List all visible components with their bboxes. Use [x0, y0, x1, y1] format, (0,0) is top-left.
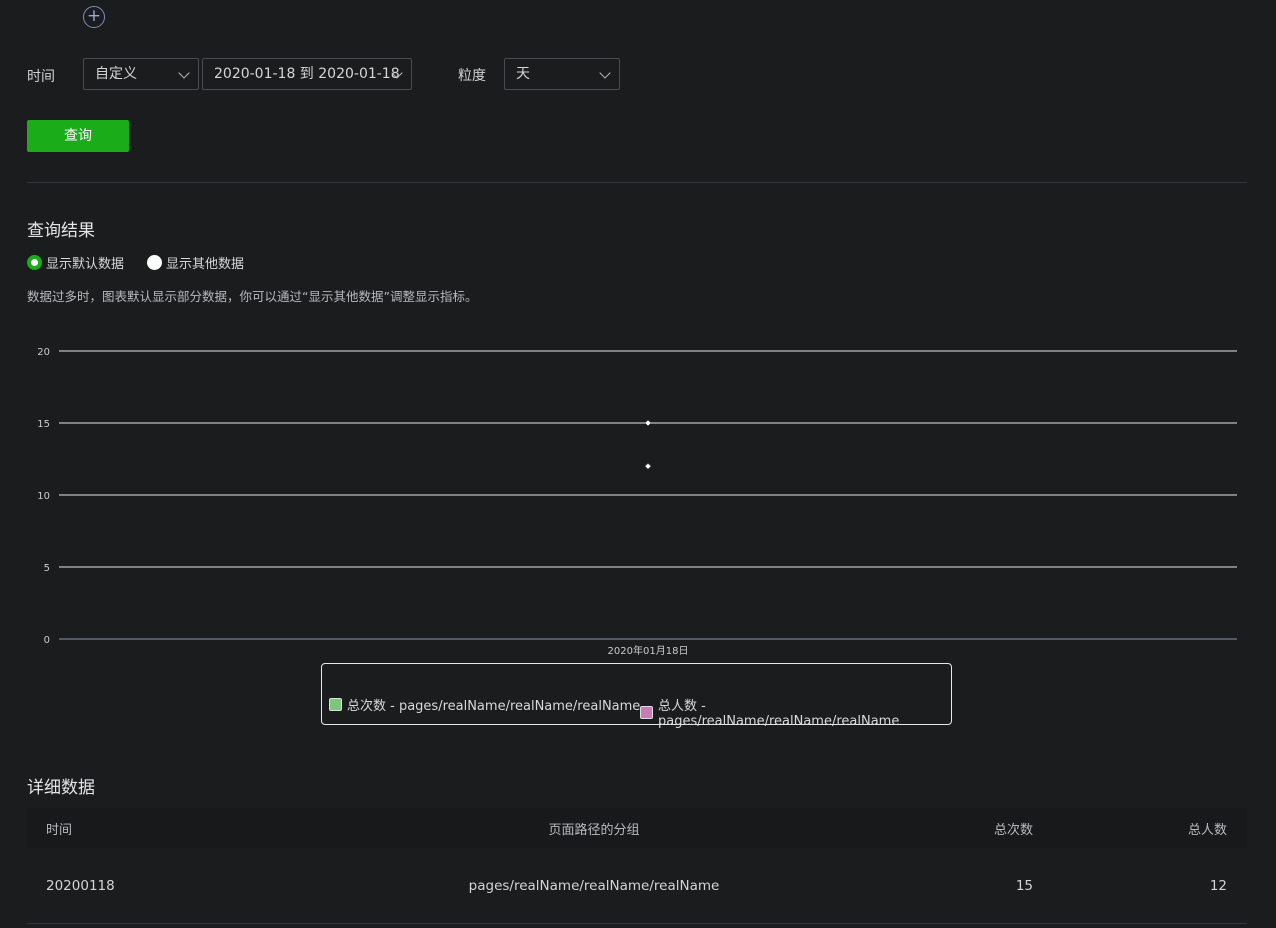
col-header-total-users: 总人数 — [1187, 822, 1227, 838]
time-label: 时间 — [27, 69, 55, 85]
y-tick-label: 0 — [44, 635, 50, 646]
legend-swatch-green — [329, 698, 342, 711]
x-tick-label: 2020年01月18日 — [608, 644, 689, 657]
y-tick-label: 15 — [37, 419, 50, 430]
range-mode-value: 自定义 — [95, 66, 137, 82]
col-header-total-count: 总次数 — [993, 822, 1033, 838]
add-filter-button[interactable]: + — [83, 6, 105, 28]
radio-unchecked-icon — [147, 254, 162, 270]
cell-total-users: 12 — [1209, 877, 1227, 894]
cell-time: 20200118 — [46, 877, 115, 894]
y-tick-label: 20 — [37, 347, 50, 358]
date-range-value: 2020-01-18 到 2020-01-18 — [214, 66, 400, 82]
data-point — [645, 420, 651, 426]
table-row: 20200118 pages/realName/realName/realNam… — [27, 848, 1247, 924]
col-header-path-group: 页面路径的分组 — [548, 822, 640, 838]
hint-text: 数据过多时，图表默认显示部分数据，你可以通过“显示其他数据”调整显示指标。 — [27, 289, 478, 304]
granularity-label: 粒度 — [458, 68, 486, 84]
results-title: 查询结果 — [27, 221, 95, 241]
legend-swatch-pink — [640, 705, 653, 719]
chevron-down-icon — [599, 67, 611, 79]
chevron-down-icon — [178, 67, 190, 79]
granularity-select[interactable]: 天 — [504, 58, 620, 90]
query-button[interactable]: 查询 — [27, 120, 129, 152]
legend-item-total-count[interactable]: 总次数 - pages/realName/realName/realName — [329, 695, 640, 714]
legend-item-total-users[interactable]: 总人数 - pages/realName/realName/realName — [640, 695, 951, 729]
details-title: 详细数据 — [27, 778, 95, 798]
radio-checked-icon — [27, 254, 42, 270]
legend-label: 总人数 - pages/realName/realName/realName — [657, 699, 900, 729]
table-header: 时间 页面路径的分组 总次数 总人数 — [27, 808, 1247, 848]
radio-other-label: 显示其他数据 — [166, 256, 245, 272]
chart-legend: 总次数 - pages/realName/realName/realName 总… — [321, 663, 952, 729]
radio-default-label: 显示默认数据 — [46, 256, 125, 272]
col-header-time: 时间 — [46, 822, 73, 838]
line-chart: 0 5 10 15 20 2020年01月18日 — [37, 347, 1237, 657]
radio-other-data[interactable]: 显示其他数据 — [147, 253, 245, 272]
cell-total-count: 15 — [1015, 877, 1033, 894]
legend-label: 总次数 - pages/realName/realName/realName — [347, 699, 641, 714]
y-tick-label: 5 — [44, 563, 50, 574]
range-mode-select[interactable]: 自定义 — [83, 58, 199, 90]
radio-default-data[interactable]: 显示默认数据 — [27, 253, 125, 272]
date-range-picker[interactable]: 2020-01-18 到 2020-01-18 — [202, 58, 412, 90]
data-point — [645, 463, 651, 470]
divider — [27, 182, 1247, 183]
details-table: 时间 页面路径的分组 总次数 总人数 20200118 pages/realNa… — [27, 808, 1247, 924]
cell-path-group: pages/realName/realName/realName — [468, 877, 720, 894]
y-tick-label: 10 — [37, 491, 50, 502]
granularity-value: 天 — [516, 66, 530, 82]
